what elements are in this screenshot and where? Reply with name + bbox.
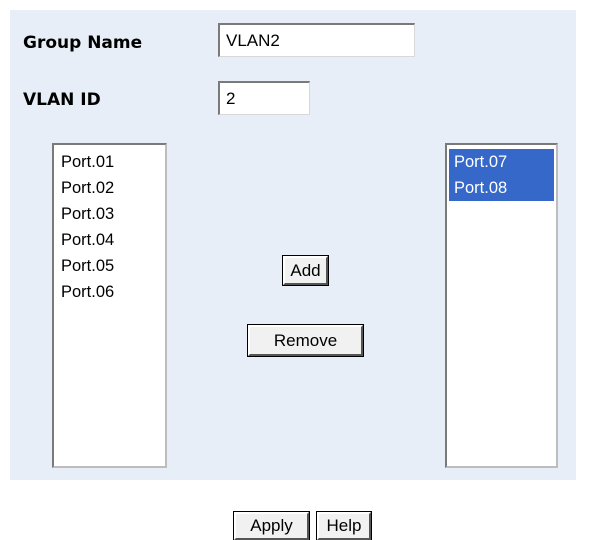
port-option[interactable]: Port.04 (56, 227, 163, 253)
help-button[interactable]: Help (316, 511, 372, 540)
port-option[interactable]: Port.05 (56, 253, 163, 279)
port-option[interactable]: Port.03 (56, 201, 163, 227)
group-name-input[interactable] (218, 23, 415, 57)
port-option[interactable]: Port.07 (449, 149, 554, 175)
group-name-label: Group Name (23, 33, 143, 53)
vlan-id-label: VLAN ID (23, 90, 101, 110)
port-option[interactable]: Port.01 (56, 149, 163, 175)
port-option[interactable]: Port.06 (56, 279, 163, 305)
port-option[interactable]: Port.08 (449, 175, 554, 201)
available-ports-list[interactable]: Port.01 Port.02 Port.03 Port.04 Port.05 Port.… (52, 143, 167, 468)
apply-button[interactable]: Apply (233, 511, 310, 540)
remove-button[interactable]: Remove (247, 324, 364, 357)
port-option[interactable]: Port.02 (56, 175, 163, 201)
add-button[interactable]: Add (282, 255, 329, 286)
member-ports-list[interactable]: Port.07 Port.08 (445, 143, 558, 468)
vlan-id-input[interactable] (218, 81, 310, 115)
